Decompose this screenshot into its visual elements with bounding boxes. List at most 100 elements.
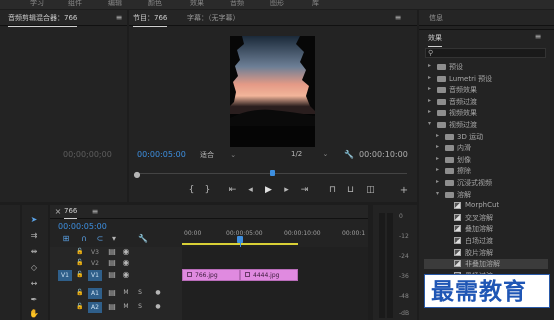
solo-toggle[interactable]: S [136, 288, 144, 298]
effects-folder[interactable]: ▾ 溶解 [424, 190, 548, 200]
add-marker-icon[interactable]: ● [133, 170, 141, 180]
lock-icon[interactable]: 🔓 [76, 302, 84, 312]
effects-folder[interactable]: ▾ 视频过渡 [424, 120, 548, 130]
chevron-right-icon[interactable]: ▸ [436, 132, 439, 139]
go-to-in-icon[interactable]: ⇤ [227, 185, 238, 196]
panel-menu-icon[interactable]: ≡ [393, 13, 403, 23]
menu-library[interactable]: 库 [312, 0, 319, 8]
timeline-clip[interactable]: 766.jpg [182, 269, 240, 281]
mute-toggle[interactable]: M [122, 288, 130, 298]
timeline-current-time[interactable]: 00:00:05:00 [58, 222, 107, 231]
ripple-edit-icon[interactable]: ⇹ [28, 247, 40, 257]
info-tab[interactable]: 信息 [429, 13, 443, 23]
extract-icon[interactable]: ⊔ [345, 185, 356, 196]
menu-audio[interactable]: 音频 [230, 0, 244, 8]
effects-folder[interactable]: ▸ 划像 [424, 155, 548, 165]
track-header-v1[interactable]: V1 🔓 V1 ▤ ◉ [50, 270, 182, 281]
snap-icon[interactable]: ∩ [80, 234, 88, 244]
panel-menu-icon[interactable]: ≡ [114, 13, 124, 23]
lock-icon[interactable]: 🔓 [76, 258, 84, 268]
microphone-icon[interactable]: ● [154, 288, 162, 298]
playhead-marker[interactable] [270, 170, 275, 176]
effects-search[interactable]: ⚲ [425, 48, 546, 58]
effects-folder[interactable]: ▸ 预设 [424, 62, 548, 72]
effects-tab[interactable]: 效果 [428, 33, 442, 47]
menu-graphics[interactable]: 图形 [270, 0, 284, 8]
sync-lock-icon[interactable]: ▤ [108, 302, 116, 312]
track-target[interactable]: V2 [88, 258, 102, 269]
chevron-right-icon[interactable]: ▸ [436, 155, 439, 162]
chevron-right-icon[interactable]: ▸ [436, 178, 439, 185]
chevron-right-icon[interactable]: ▸ [428, 108, 431, 115]
timeline-clip[interactable]: 4444.jpg [240, 269, 298, 281]
lock-icon[interactable]: 🔓 [76, 288, 84, 298]
add-button-icon[interactable]: + [399, 186, 409, 196]
step-back-icon[interactable]: ◂ [245, 185, 256, 196]
track-target[interactable]: V3 [88, 247, 102, 258]
effects-folder[interactable]: ▸ Lumetri 预设 [424, 74, 548, 84]
program-current-time[interactable]: 00:00:05:00 [137, 150, 186, 159]
effect-item[interactable]: 白场过渡 [424, 236, 548, 246]
mute-toggle[interactable]: M [122, 302, 130, 312]
export-frame-icon[interactable]: ◫ [365, 185, 376, 196]
wrench-icon[interactable]: 🔧 [138, 234, 148, 244]
microphone-icon[interactable]: ● [154, 302, 162, 312]
mark-out-icon[interactable]: } [202, 185, 213, 196]
effects-folder[interactable]: ▸ 擦除 [424, 166, 548, 176]
chevron-right-icon[interactable]: ▸ [436, 143, 439, 150]
track-header-v3[interactable]: 🔓 V3 ▤ ◉ [50, 247, 182, 258]
sequence-tab[interactable]: 766 [64, 207, 78, 219]
step-forward-icon[interactable]: ▸ [281, 185, 292, 196]
effect-item[interactable]: 非叠加溶解 [424, 259, 548, 270]
track-header-v2[interactable]: 🔓 V2 ▤ ◉ [50, 258, 182, 269]
effects-folder[interactable]: ▸ 音频效果 [424, 85, 548, 95]
eye-icon[interactable]: ◉ [122, 258, 130, 268]
effects-folder[interactable]: ▸ 音频过渡 [424, 97, 548, 107]
resolution-dropdown[interactable]: 1/2 ⌄ [291, 150, 328, 158]
fit-dropdown[interactable]: 适合 ⌄ [200, 150, 236, 160]
effect-item[interactable]: 交叉溶解 [424, 213, 548, 223]
playhead-marker[interactable] [237, 236, 243, 243]
track-target[interactable]: A1 [88, 288, 102, 299]
menu-learn[interactable]: 学习 [30, 0, 44, 8]
sync-lock-icon[interactable]: ▤ [108, 247, 116, 257]
effects-folder[interactable]: ▸ 内滑 [424, 143, 548, 153]
wrench-icon[interactable]: 🔧 [344, 150, 354, 160]
nest-icon[interactable]: ⊞ [62, 234, 70, 244]
menu-edit[interactable]: 编辑 [108, 0, 122, 8]
add-marker-icon[interactable]: ▾ [110, 234, 118, 244]
solo-toggle[interactable]: S [136, 302, 144, 312]
pen-tool-icon[interactable]: ✒ [28, 295, 40, 305]
hand-tool-icon[interactable]: ✋ [28, 309, 40, 319]
chevron-right-icon[interactable]: ▸ [428, 74, 431, 81]
track-target[interactable]: V1 [88, 270, 102, 281]
track-header-a1[interactable]: 🔓 A1 ▤ M S ● [50, 288, 182, 299]
lift-icon[interactable]: ⊓ [327, 185, 338, 196]
lock-icon[interactable]: 🔓 [76, 270, 84, 280]
linked-selection-icon[interactable]: ⊂ [96, 234, 104, 244]
track-header-a2[interactable]: 🔓 A2 ▤ M S ● [50, 302, 182, 313]
sync-lock-icon[interactable]: ▤ [108, 258, 116, 268]
chevron-right-icon[interactable]: ▸ [428, 85, 431, 92]
eye-icon[interactable]: ◉ [122, 247, 130, 257]
close-icon[interactable]: × [54, 207, 62, 217]
track-target[interactable]: A2 [88, 302, 102, 313]
chevron-down-icon[interactable]: ▾ [428, 120, 431, 127]
menu-color[interactable]: 颜色 [148, 0, 162, 8]
go-to-out-icon[interactable]: ⇥ [299, 185, 310, 196]
sync-lock-icon[interactable]: ▤ [108, 288, 116, 298]
time-ruler[interactable]: 00:00 00:00:05:00 00:00:10:00 00:00:1 [182, 227, 368, 247]
selection-tool-icon[interactable]: ➤ [28, 215, 40, 225]
slip-tool-icon[interactable]: ↔ [28, 279, 40, 289]
source-patch[interactable]: V1 [58, 270, 72, 281]
program-tab[interactable]: 节目：766 [133, 13, 168, 27]
effect-item[interactable]: 胶片溶解 [424, 248, 548, 258]
audio-mixer-tab[interactable]: 音频剪辑混合器：766 [8, 13, 78, 27]
mark-in-icon[interactable]: { [186, 185, 197, 196]
effects-folder[interactable]: ▸ 沉浸式视频 [424, 178, 548, 188]
effects-folder[interactable]: ▸ 视频效果 [424, 108, 548, 118]
playback-scrubber[interactable] [137, 170, 407, 176]
menu-assembly[interactable]: 组件 [68, 0, 82, 8]
captions-tab[interactable]: 字幕：（无字幕） [187, 13, 240, 23]
panel-menu-icon[interactable]: ≡ [90, 207, 100, 217]
